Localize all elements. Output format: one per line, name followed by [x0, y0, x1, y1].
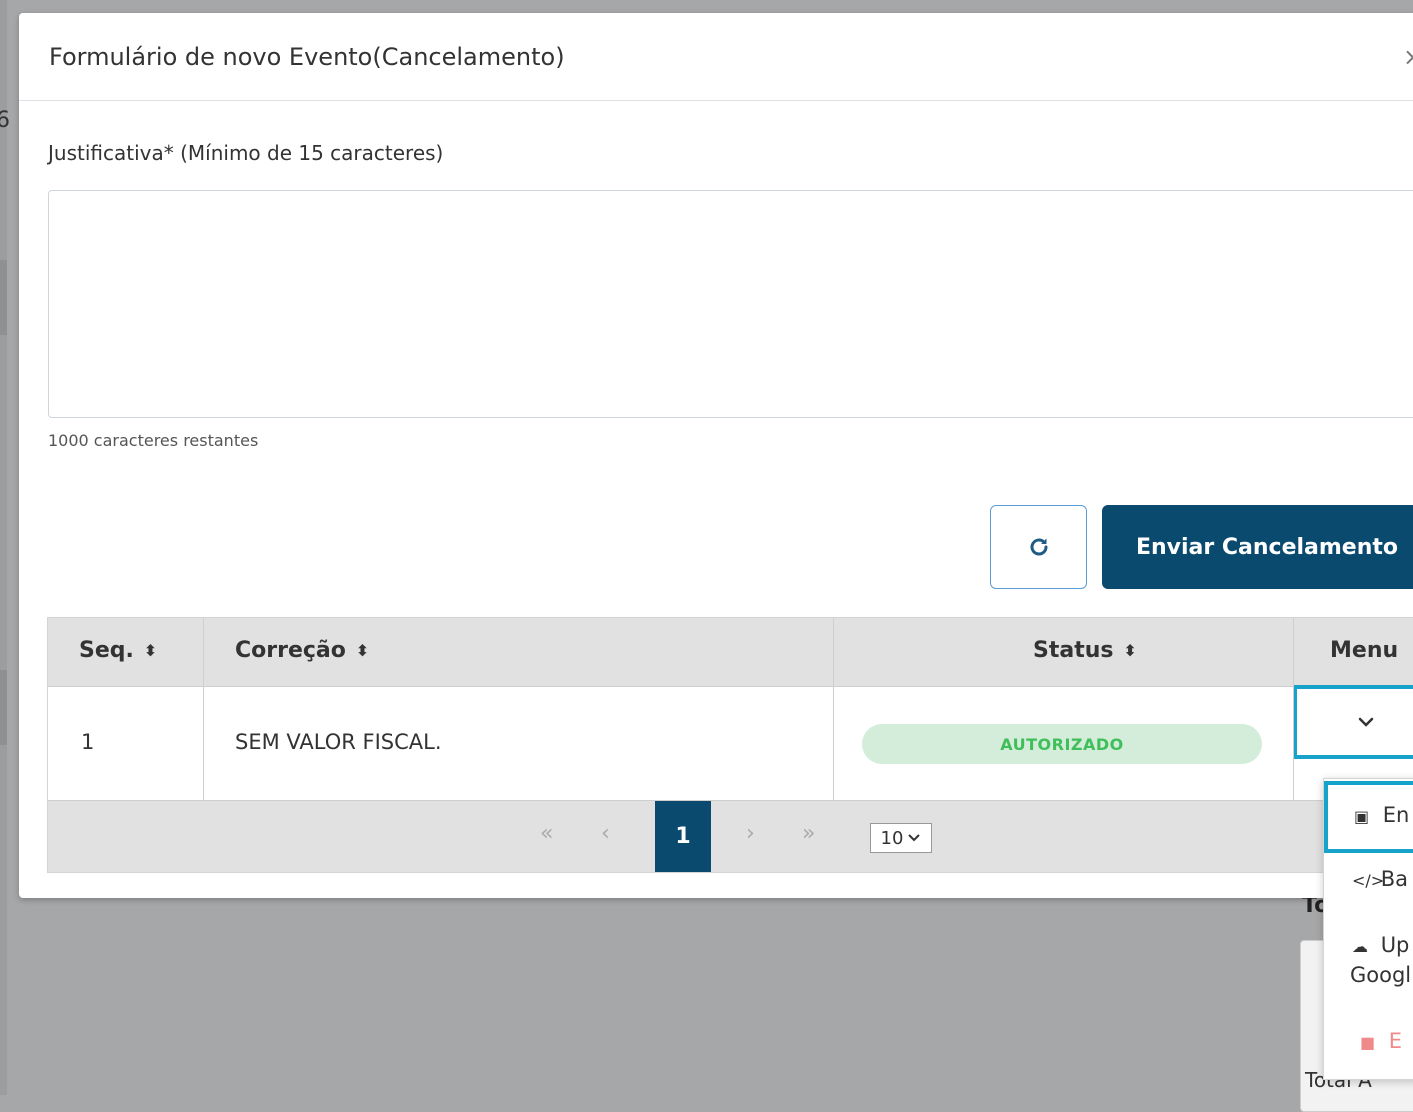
background-fragment: 6 [0, 108, 10, 133]
pdf-icon: ▣ [1354, 807, 1370, 826]
first-page-button[interactable]: « [540, 821, 553, 846]
refresh-button[interactable] [990, 505, 1087, 589]
dropdown-item-label: E [1388, 1029, 1402, 1053]
chevron-down-icon [908, 834, 921, 842]
dropdown-item-delete[interactable]: ■ E [1324, 1025, 1413, 1079]
column-header-seq-label: Seq. [79, 638, 134, 663]
page-size-value: 10 [880, 827, 904, 849]
status-badge: AUTORIZADO [862, 724, 1262, 764]
events-table: Seq. ⬍ Correção ⬍ Status ⬍ Menu 1 SEM VA… [47, 617, 1413, 873]
background-page-edge [0, 0, 7, 1095]
code-icon: </> [1352, 871, 1385, 890]
prev-page-button[interactable]: ‹ [601, 821, 610, 846]
sort-icon: ⬍ [355, 641, 370, 660]
column-header-menu: Menu [1330, 638, 1398, 663]
remaining-characters-counter: 1000 caracteres restantes [48, 431, 259, 450]
column-header-seq[interactable]: Seq. ⬍ [79, 638, 157, 663]
background-stripe [0, 670, 7, 745]
column-header-menu-label: Menu [1330, 638, 1399, 663]
send-cancellation-button[interactable]: Enviar Cancelamento [1102, 505, 1413, 589]
background-stripe [0, 260, 7, 335]
column-divider [1293, 618, 1294, 800]
column-divider [203, 618, 204, 800]
dropdown-item-label: Up [1380, 933, 1410, 957]
dropdown-item-label-continued: Googl [1350, 963, 1412, 987]
last-page-button[interactable]: » [802, 821, 815, 846]
column-header-status[interactable]: Status ⬍ [1033, 638, 1137, 663]
cancel-event-modal: Formulário de novo Evento(Cancelamento) … [19, 13, 1413, 898]
chevron-down-icon [1358, 717, 1374, 727]
page-size-select[interactable]: 10 [870, 823, 932, 853]
column-header-correcao-label: Correção [235, 638, 346, 663]
justification-textarea[interactable] [48, 190, 1413, 418]
page-1-button[interactable]: 1 [655, 801, 711, 872]
dropdown-item-label: Ba [1380, 867, 1408, 891]
column-divider [833, 618, 834, 800]
modal-header: Formulário de novo Evento(Cancelamento) … [19, 13, 1413, 101]
sort-icon: ⬍ [143, 641, 158, 660]
dropdown-item-label: En [1382, 803, 1410, 827]
cloud-upload-icon: ☁ [1352, 937, 1368, 956]
table-row: 1 SEM VALOR FISCAL. AUTORIZADO [48, 685, 1413, 801]
dropdown-item-download-xml[interactable]: </> Ba [1324, 863, 1413, 927]
close-icon[interactable]: × [1403, 43, 1413, 71]
trash-icon: ■ [1360, 1033, 1376, 1052]
table-pagination: « ‹ 1 › » 10 [48, 801, 1413, 872]
row-menu-toggle[interactable] [1293, 685, 1413, 759]
justification-label: Justificativa* (Mínimo de 15 caracteres) [48, 141, 444, 165]
dropdown-item-pdf[interactable]: ▣ En [1324, 781, 1413, 853]
cell-correcao: SEM VALOR FISCAL. [235, 730, 442, 754]
column-header-correcao[interactable]: Correção ⬍ [235, 638, 369, 663]
sort-icon: ⬍ [1123, 641, 1137, 660]
row-actions-dropdown: ▣ En </> Ba ☁ Up Googl ■ E [1323, 778, 1413, 1080]
cell-seq: 1 [81, 730, 95, 754]
table-header: Seq. ⬍ Correção ⬍ Status ⬍ Menu [48, 618, 1413, 687]
next-page-button[interactable]: › [746, 821, 755, 846]
refresh-icon [1030, 538, 1047, 556]
modal-title: Formulário de novo Evento(Cancelamento) [49, 43, 565, 71]
column-header-status-label: Status [1033, 638, 1114, 663]
dropdown-item-upload-drive[interactable]: ☁ Up Googl [1324, 927, 1413, 1001]
